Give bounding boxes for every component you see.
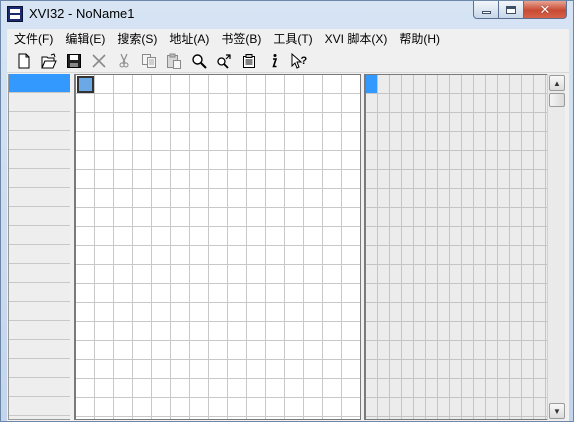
text-cursor-cell[interactable]: [366, 75, 377, 93]
address-selection: [9, 74, 70, 92]
menu-file[interactable]: 文件(F): [8, 30, 59, 48]
paste-button[interactable]: [161, 50, 186, 72]
minimize-button[interactable]: [473, 1, 499, 19]
context-help-icon: ?: [291, 52, 307, 69]
maximize-button[interactable]: [499, 1, 524, 19]
find-next-button[interactable]: [211, 50, 236, 72]
menu-address[interactable]: 地址(A): [163, 30, 215, 48]
save-button[interactable]: [61, 50, 86, 72]
context-help-button[interactable]: ?: [286, 50, 311, 72]
cut-button[interactable]: [111, 50, 136, 72]
menu-bookmarks[interactable]: 书签(B): [215, 30, 267, 48]
hex-cursor-cell[interactable]: [77, 76, 94, 93]
menu-tools[interactable]: 工具(T): [267, 30, 318, 48]
info-button[interactable]: [261, 50, 286, 72]
find-magnifier-icon: [191, 53, 207, 69]
editor-panes: ▲ ▼: [7, 74, 569, 421]
delete-x-icon: [91, 53, 106, 68]
new-button[interactable]: [11, 50, 36, 72]
window-title: XVI32 - NoName1: [29, 6, 135, 21]
open-button[interactable]: [36, 50, 61, 72]
xvi32-app-icon[interactable]: [7, 6, 23, 22]
copy-icon: [141, 53, 156, 68]
arrow-down-icon: ▼: [553, 406, 561, 416]
find-button[interactable]: [186, 50, 211, 72]
hex-grid[interactable]: [74, 74, 361, 420]
cut-scissors-icon: [119, 53, 128, 67]
menu-edit[interactable]: 编辑(E): [59, 30, 111, 48]
text-grid[interactable]: [364, 74, 547, 420]
close-button[interactable]: ✕: [524, 1, 567, 19]
scroll-down-button[interactable]: ▼: [549, 403, 565, 419]
paste-icon: [166, 53, 181, 69]
new-file-icon: [18, 53, 29, 68]
caption-buttons: ✕: [473, 1, 567, 19]
scroll-thumb[interactable]: [549, 93, 565, 107]
menu-search[interactable]: 搜索(S): [111, 30, 163, 48]
menu-xvi-script[interactable]: XVI 脚本(X): [319, 30, 394, 48]
find-next-icon: [216, 53, 231, 69]
properties-icon: [242, 53, 255, 68]
client-area: 文件(F) 编辑(E) 搜索(S) 地址(A) 书签(B) 工具(T) XVI …: [7, 29, 569, 421]
title-bar[interactable]: XVI32 - NoName1 ✕: [1, 1, 573, 27]
vertical-scrollbar[interactable]: ▲ ▼: [547, 74, 565, 420]
menu-bar: 文件(F) 编辑(E) 搜索(S) 地址(A) 书签(B) 工具(T) XVI …: [7, 29, 569, 49]
save-disk-icon: [66, 53, 81, 68]
delete-button[interactable]: [86, 50, 111, 72]
svg-text:?: ?: [300, 55, 307, 67]
address-column[interactable]: [8, 74, 70, 420]
scroll-up-button[interactable]: ▲: [549, 75, 565, 91]
properties-button[interactable]: [236, 50, 261, 72]
copy-button[interactable]: [136, 50, 161, 72]
info-icon: [271, 53, 277, 67]
toolbar: ?: [7, 49, 569, 73]
arrow-up-icon: ▲: [553, 78, 561, 88]
menu-help[interactable]: 帮助(H): [393, 30, 446, 48]
open-folder-icon: [40, 52, 57, 68]
close-icon: ✕: [539, 2, 551, 17]
maximize-icon: [506, 5, 516, 14]
app-window: XVI32 - NoName1 ✕ 文件(F) 编辑(E) 搜索(S) 地址(A…: [0, 0, 574, 422]
minimize-icon: [481, 11, 491, 14]
